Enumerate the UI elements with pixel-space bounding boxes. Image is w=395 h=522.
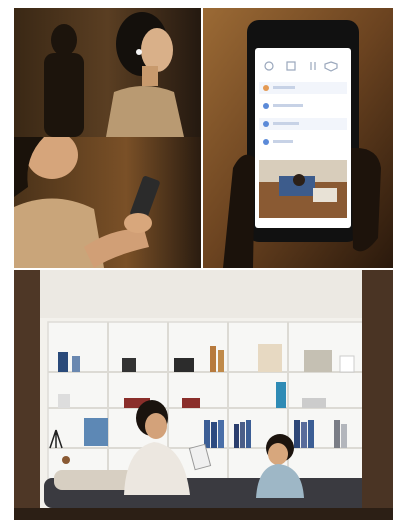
hand-holding-phone-app-photo: [203, 8, 393, 268]
woman-profile-earbud-photo: [14, 8, 201, 137]
woman-holding-phone-photo: [14, 137, 201, 268]
family-living-room-photo: [14, 270, 393, 520]
